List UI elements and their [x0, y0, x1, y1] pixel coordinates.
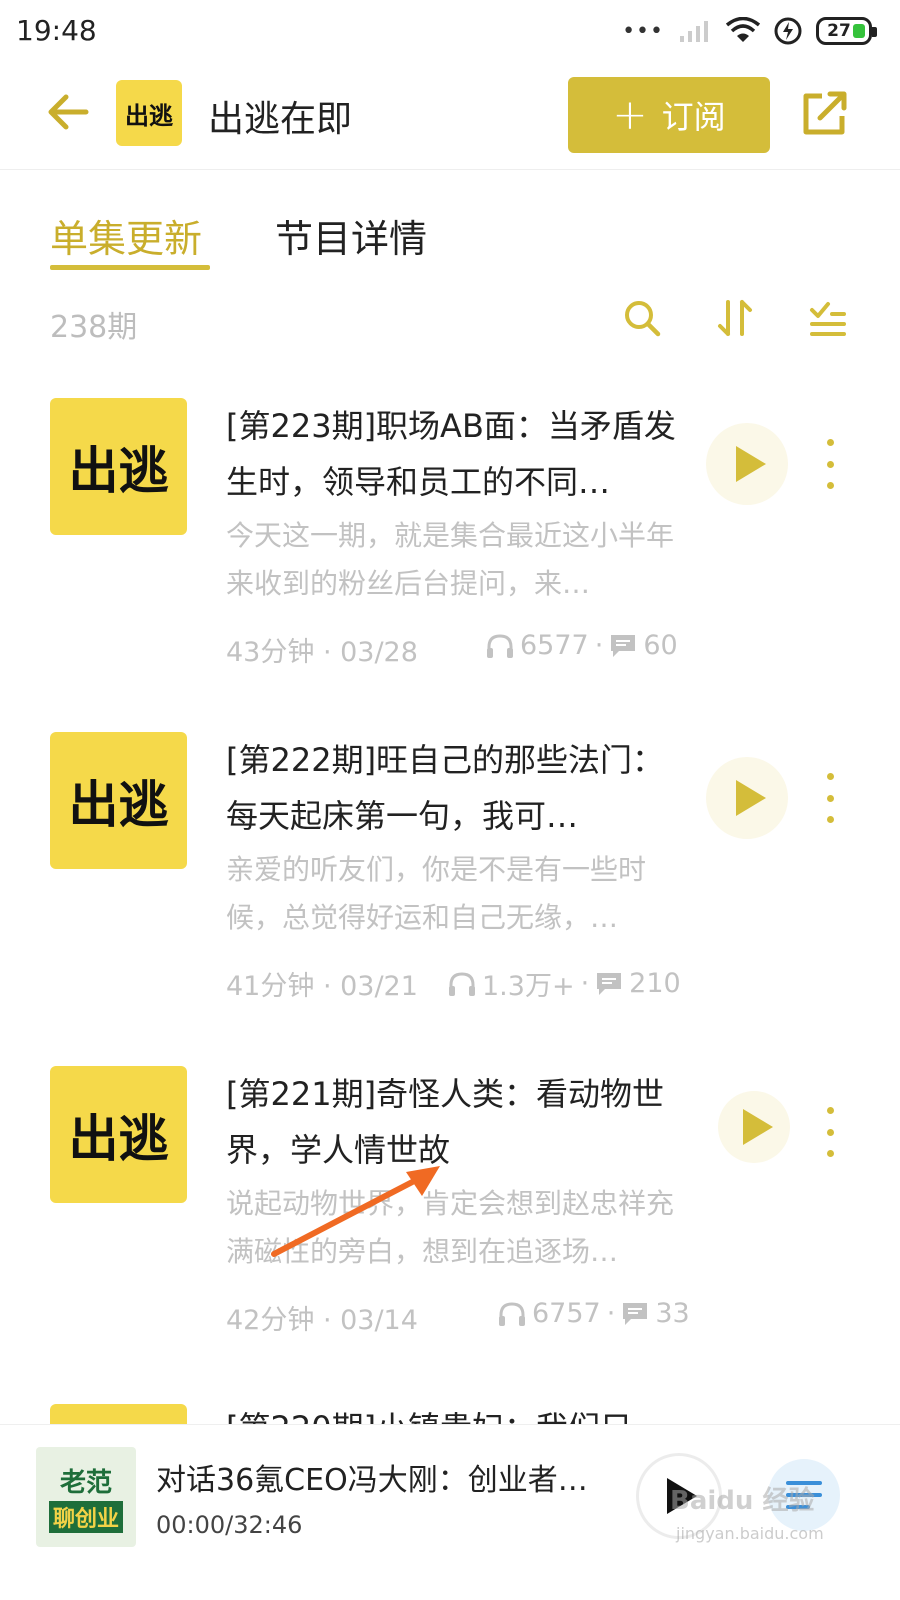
signal-icon: [680, 21, 708, 42]
episode-cover: 出逃: [50, 732, 187, 869]
share-icon[interactable]: [800, 88, 850, 138]
play-count: 6757: [532, 1298, 601, 1329]
tab-episodes[interactable]: 单集更新: [50, 208, 202, 263]
episode-stats: 6577 · 60: [486, 630, 678, 661]
active-tab-indicator: [50, 265, 210, 270]
status-icons: ••• 27: [622, 14, 877, 48]
episode-count: 238期: [50, 310, 138, 345]
episode-duration-date: 43分钟 · 03/28: [226, 637, 418, 668]
episode-title[interactable]: [第221期]奇怪人类：看动物世界，学人情世故: [226, 1066, 696, 1178]
podcast-thumbnail: 出逃: [116, 80, 182, 146]
episode-cover: 出逃: [50, 398, 187, 535]
play-count: 6577: [520, 630, 589, 661]
header: 出逃 出逃在即 + 订阅: [0, 62, 900, 170]
episode-duration-date: 41分钟 · 03/21: [226, 971, 418, 1002]
comment-count: 60: [643, 630, 678, 661]
separator-dot: ·: [594, 630, 604, 661]
comment-icon: [611, 634, 636, 657]
status-time: 19:48: [16, 14, 97, 47]
episode-stats: 1.3万+ · 210: [448, 964, 681, 1003]
player-time: 00:00/32:46: [156, 1511, 303, 1539]
player-track-title: 对话36氪CEO冯大刚：创业者…: [156, 1463, 588, 1498]
episode-item[interactable]: 出逃 [第223期]职场AB面：当矛盾发生时，领导和员工的不同… 今天这一期，就…: [0, 398, 900, 738]
episode-description: 说起动物世界，肯定会想到赵忠祥充满磁性的旁白，想到在追逐场…: [226, 1187, 675, 1268]
podcast-title: 出逃在即: [208, 99, 353, 140]
comment-count: 33: [655, 1298, 690, 1329]
player-cover: 老范 聊创业: [36, 1447, 136, 1547]
headphones-icon: [499, 1301, 525, 1326]
subscribe-label: 订阅: [661, 98, 726, 136]
wifi-icon: [726, 17, 760, 42]
more-options-icon[interactable]: [815, 1107, 845, 1157]
watermark-url: jingyan.baidu.com: [676, 1524, 824, 1543]
episode-stats: 6757 · 33: [498, 1298, 690, 1329]
episode-description: 今天这一期，就是集合最近这小半年来收到的粉丝后台提问，来…: [226, 519, 675, 600]
episode-title[interactable]: [第223期]职场AB面：当矛盾发生时，领导和员工的不同…: [226, 398, 696, 510]
episode-title-partial[interactable]: [第220期]小镇贵妇：我们只: [226, 1400, 632, 1424]
episode-cover: 出逃: [50, 1066, 187, 1203]
tab-details[interactable]: 节目详情: [275, 208, 427, 263]
more-options-icon[interactable]: [815, 773, 845, 823]
comment-icon: [623, 1302, 648, 1325]
play-count: 1.3万+: [482, 971, 575, 1002]
headphones-icon: [449, 971, 475, 996]
more-notifications-icon: •••: [622, 18, 664, 44]
episode-description: 亲爱的听友们，你是不是有一些时候，总觉得好运和自己无缘，…: [226, 853, 647, 934]
more-options-icon[interactable]: [815, 439, 845, 489]
play-button[interactable]: [718, 1091, 790, 1163]
player-cover-line1: 老范: [59, 1467, 112, 1498]
subscribe-button[interactable]: + 订阅: [568, 77, 770, 153]
sort-icon[interactable]: [716, 298, 756, 338]
batch-select-icon[interactable]: [808, 298, 848, 338]
episode-item[interactable]: 出逃 [第222期]旺自己的那些法门：每天起床第一句，我可… 亲爱的听友们，你是…: [0, 732, 900, 1072]
search-icon[interactable]: [622, 298, 662, 338]
separator-dot: ·: [606, 1298, 616, 1329]
plus-icon: +: [612, 90, 648, 139]
back-arrow-icon[interactable]: [44, 88, 92, 136]
episode-cover-partial: [50, 1404, 187, 1424]
headphones-icon: [487, 633, 513, 658]
status-bar: 19:48 ••• 27: [0, 0, 900, 62]
episode-duration-date: 42分钟 · 03/14: [226, 1305, 418, 1336]
separator-dot: ·: [580, 968, 590, 999]
play-button[interactable]: [706, 423, 788, 505]
battery-level: 27: [827, 21, 851, 41]
episode-item[interactable]: 出逃 [第221期]奇怪人类：看动物世界，学人情世故 说起动物世界，肯定会想到赵…: [0, 1066, 900, 1406]
episode-title[interactable]: [第222期]旺自己的那些法门：每天起床第一句，我可…: [226, 732, 696, 844]
comment-icon: [597, 972, 622, 995]
player-cover-line2: 聊创业: [48, 1500, 123, 1533]
charging-icon: [774, 17, 802, 45]
play-button[interactable]: [706, 757, 788, 839]
battery-icon: 27: [816, 17, 877, 45]
watermark: Baidu 经验: [670, 1486, 815, 1516]
comment-count: 210: [629, 968, 681, 999]
